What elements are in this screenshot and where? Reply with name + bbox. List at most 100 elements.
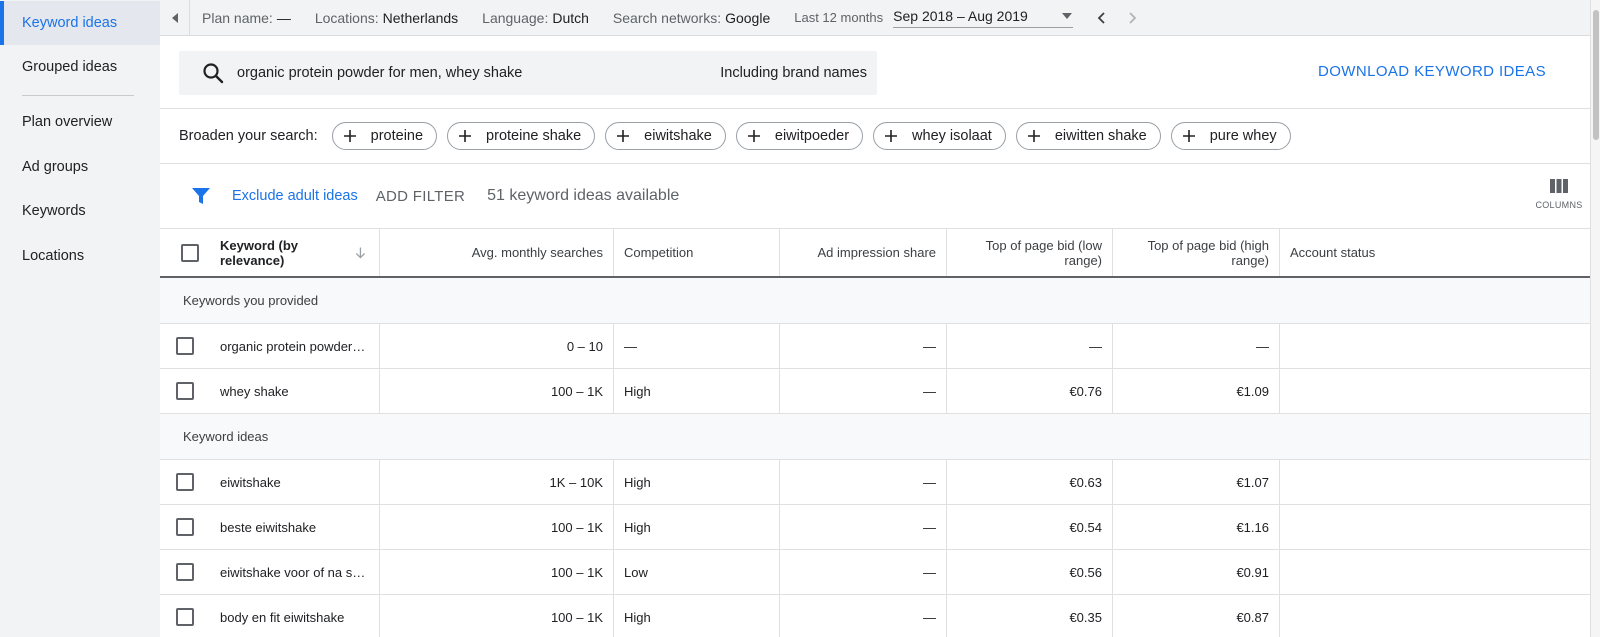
chip-label: eiwitshake [644, 128, 712, 144]
add-filter-button[interactable]: ADD FILTER [376, 188, 465, 205]
date-range-label: Last 12 months [794, 10, 884, 25]
keyword-search-box[interactable]: organic protein powder for men, whey sha… [179, 51, 877, 95]
plan-info-bar: Plan name: — Locations: Netherlands Langua… [160, 0, 1590, 36]
plus-icon [1027, 130, 1040, 142]
row-checkbox[interactable] [176, 608, 194, 626]
keyword-text: organic protein powder… [220, 338, 366, 354]
keyword-text: eiwitshake [220, 474, 281, 490]
search-networks-value: Google [725, 9, 771, 26]
avg-searches-cell: 100 – 1K [380, 550, 614, 594]
header-keyword[interactable]: Keyword (by relevance) [220, 229, 380, 276]
header-ad-impression-share[interactable]: Ad impression share [780, 229, 947, 276]
broaden-chip[interactable]: eiwitten shake [1015, 122, 1161, 150]
row-checkbox[interactable] [176, 563, 194, 581]
row-checkbox[interactable] [176, 473, 194, 491]
broaden-chip[interactable]: whey isolaat [873, 122, 1006, 150]
scrollbar-thumb[interactable] [1593, 10, 1599, 140]
bid-low-cell: — [947, 324, 1113, 368]
plan-name[interactable]: Plan name: — [202, 10, 291, 26]
row-checkbox[interactable] [176, 382, 194, 400]
bid-low-cell: €0.54 [947, 505, 1113, 549]
row-checkbox[interactable] [176, 337, 194, 355]
sort-arrow-down-icon [355, 246, 366, 259]
sidebar-item-label: Plan overview [22, 114, 113, 130]
sidebar-item-grouped-ideas[interactable]: Grouped ideas [0, 45, 160, 89]
header-avg-monthly-searches[interactable]: Avg. monthly searches [380, 229, 614, 276]
header-account-status[interactable]: Account status [1280, 229, 1590, 276]
locations-setting[interactable]: Locations: Netherlands [315, 10, 458, 26]
bid-high-cell: — [1113, 324, 1280, 368]
language-label: Language: [482, 9, 549, 26]
chip-label: whey isolaat [912, 128, 992, 144]
table-header: Keyword (by relevance) Avg. monthly sear… [160, 228, 1590, 278]
plus-icon [617, 130, 630, 142]
sidebar-item-keyword-ideas[interactable]: Keyword ideas [0, 1, 160, 45]
broaden-chip[interactable]: proteine [331, 122, 438, 150]
header-bid-low[interactable]: Top of page bid (low range) [947, 229, 1113, 276]
bid-high-cell: €0.91 [1113, 550, 1280, 594]
sidebar-item-locations[interactable]: Locations [0, 234, 160, 278]
download-keyword-ideas-button[interactable]: DOWNLOAD KEYWORD IDEAS [1318, 63, 1546, 80]
chip-label: proteine [370, 128, 424, 144]
filter-icon[interactable] [190, 185, 212, 207]
bid-high-cell: €1.16 [1113, 505, 1280, 549]
bid-low-cell: €0.63 [947, 460, 1113, 504]
search-networks-setting[interactable]: Search networks: Google [613, 10, 770, 26]
sidebar-item-plan-overview[interactable]: Plan overview [0, 100, 160, 144]
columns-button[interactable]: COLUMNS [1534, 178, 1584, 210]
keyword-table: Keyword (by relevance) Avg. monthly sear… [160, 228, 1590, 637]
vertical-scrollbar[interactable] [1590, 0, 1600, 637]
header-competition[interactable]: Competition [614, 229, 780, 276]
sidebar-item-label: Locations [22, 248, 85, 264]
ad-share-cell: — [780, 324, 947, 368]
chip-label: eiwitpoeder [774, 128, 850, 144]
collapse-sidebar-button[interactable] [160, 0, 190, 36]
table-row: whey shake 100 – 1K High — €0.76 €1.09 [160, 369, 1590, 414]
ad-share-cell: — [780, 550, 947, 594]
row-checkbox[interactable] [176, 518, 194, 536]
account-status-cell [1280, 550, 1590, 594]
avg-searches-cell: 100 – 1K [380, 505, 614, 549]
competition-cell: High [614, 460, 780, 504]
avg-searches-cell: 100 – 1K [380, 369, 614, 413]
broaden-chip[interactable]: eiwitshake [605, 122, 726, 150]
search-query[interactable]: organic protein powder for men, whey sha… [237, 65, 720, 81]
date-range-select[interactable]: Sep 2018 – Aug 2019 [893, 8, 1074, 28]
exclude-adult-ideas-filter[interactable]: Exclude adult ideas [232, 188, 358, 204]
chevron-left-icon [1097, 11, 1105, 24]
plus-icon [459, 130, 472, 142]
account-status-cell [1280, 324, 1590, 368]
next-period-button[interactable] [1117, 0, 1147, 36]
date-range: Last 12 months Sep 2018 – Aug 2019 [794, 8, 1074, 28]
bid-high-cell: €1.07 [1113, 460, 1280, 504]
language-setting[interactable]: Language: Dutch [482, 10, 589, 26]
keyword-cell: eiwitshake [206, 460, 380, 504]
table-row: eiwitshake 1K – 10K High — €0.63 €1.07 [160, 460, 1590, 505]
sidebar-divider [22, 95, 134, 96]
competition-cell: — [614, 324, 780, 368]
brand-names-option[interactable]: Including brand names [720, 65, 867, 81]
row-check-cell [160, 460, 206, 504]
bid-low-cell: €0.35 [947, 595, 1113, 637]
keyword-text: eiwitshake voor of na s… [220, 564, 366, 580]
broaden-search: Broaden your search: proteine proteine s… [160, 109, 1590, 164]
sidebar-item-keywords[interactable]: Keywords [0, 189, 160, 233]
broaden-chip[interactable]: eiwitpoeder [735, 122, 864, 150]
table-row: beste eiwitshake 100 – 1K High — €0.54 €… [160, 505, 1590, 550]
table-row: eiwitshake voor of na s… 100 – 1K Low — … [160, 550, 1590, 595]
broaden-chip[interactable]: proteine shake [447, 122, 596, 150]
previous-period-button[interactable] [1087, 0, 1117, 36]
select-all-checkbox[interactable] [181, 243, 199, 262]
sidebar-item-label: Grouped ideas [22, 59, 118, 75]
header-bid-high[interactable]: Top of page bid (high range) [1113, 229, 1280, 276]
ad-share-cell: — [780, 460, 947, 504]
broaden-chip[interactable]: pure whey [1170, 122, 1291, 150]
sidebar-item-ad-groups[interactable]: Ad groups [0, 145, 160, 189]
competition-cell: High [614, 369, 780, 413]
plus-icon [343, 130, 356, 142]
dropdown-arrow-icon [1062, 12, 1073, 19]
row-check-cell [160, 369, 206, 413]
search-networks-label: Search networks: [612, 9, 722, 26]
table-row: organic protein powder… 0 – 10 — — — — [160, 324, 1590, 369]
keyword-cell: beste eiwitshake [206, 505, 380, 549]
